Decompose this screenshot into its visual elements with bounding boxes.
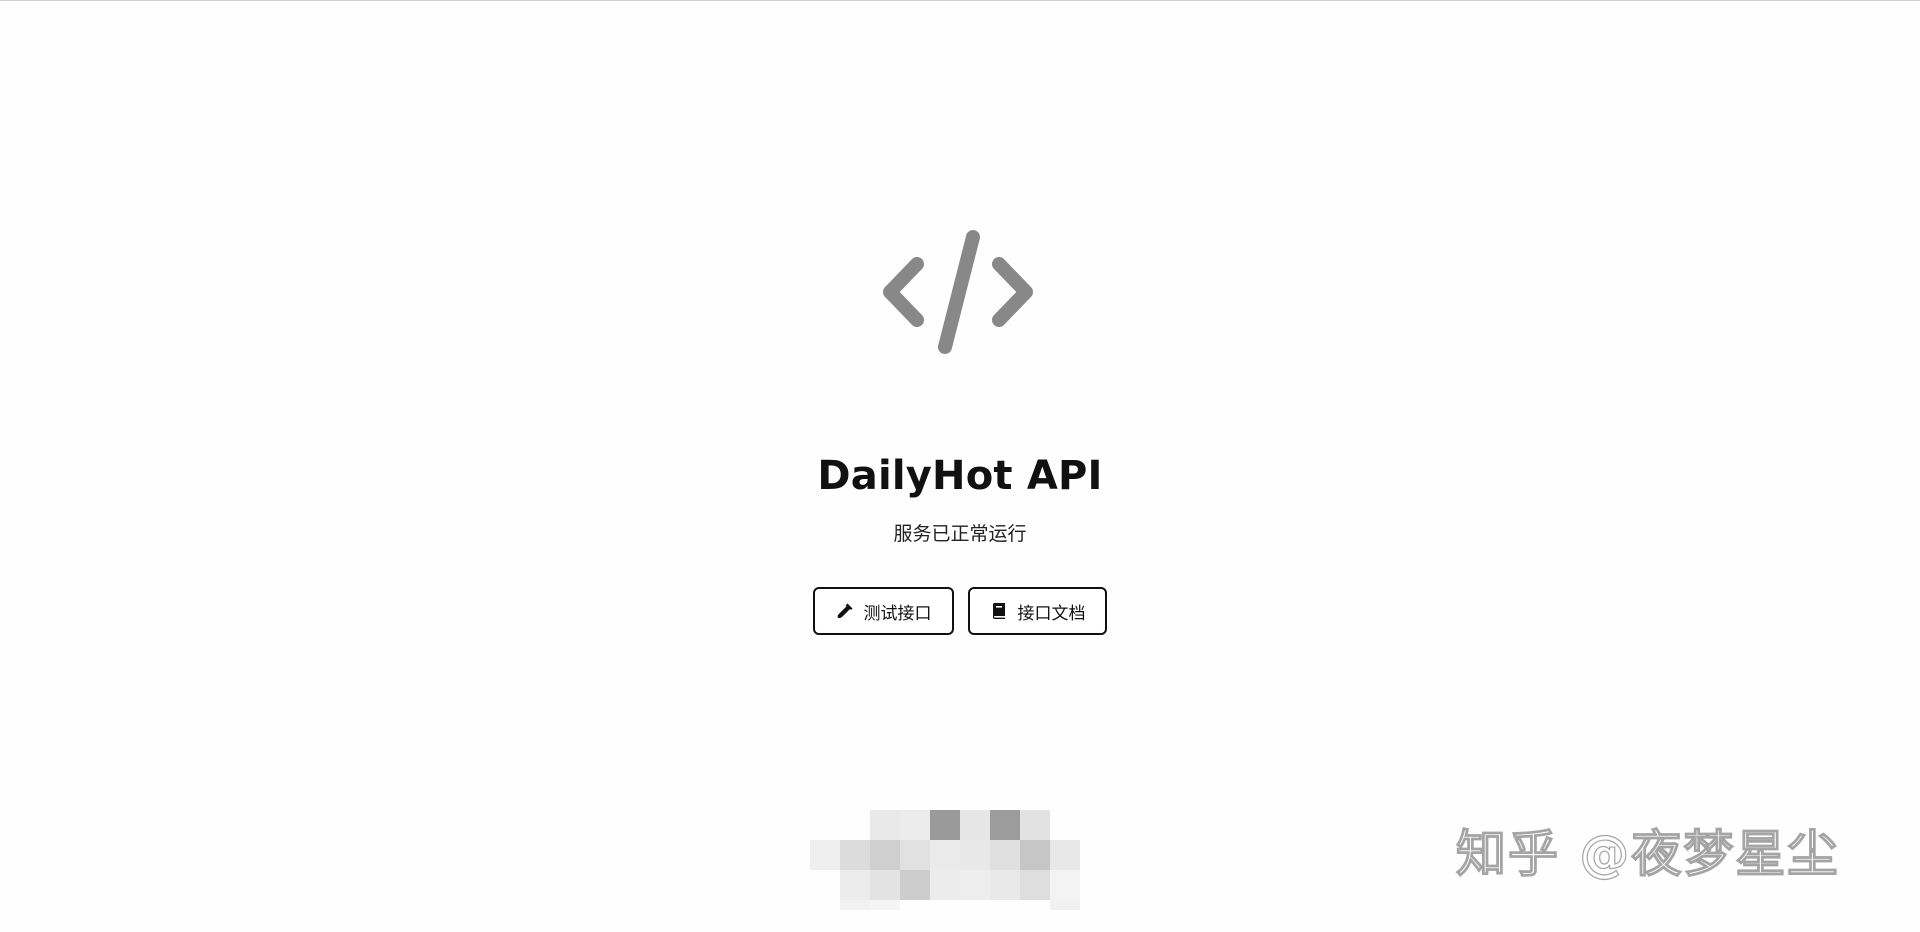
api-docs-label: 接口文档 <box>1017 603 1086 624</box>
pixelated-image <box>808 796 1112 914</box>
page: DailyHot API 服务已正常运行 测试接口 接口文档 知乎 @夜梦星尘 <box>0 0 1920 932</box>
status-text: 服务已正常运行 <box>893 523 1027 545</box>
watermark-text: 知乎 @夜梦星尘 <box>1455 824 1840 883</box>
watermark: 知乎 @夜梦星尘 <box>1455 822 1876 886</box>
book-icon <box>990 602 1008 620</box>
code-brackets-icon <box>883 230 1033 354</box>
api-docs-button[interactable]: 接口文档 <box>968 587 1107 635</box>
top-divider <box>0 0 1920 1</box>
page-title: DailyHot API <box>817 453 1103 499</box>
test-api-button[interactable]: 测试接口 <box>813 587 954 635</box>
test-api-label: 测试接口 <box>863 603 932 624</box>
flask-icon <box>836 602 854 620</box>
